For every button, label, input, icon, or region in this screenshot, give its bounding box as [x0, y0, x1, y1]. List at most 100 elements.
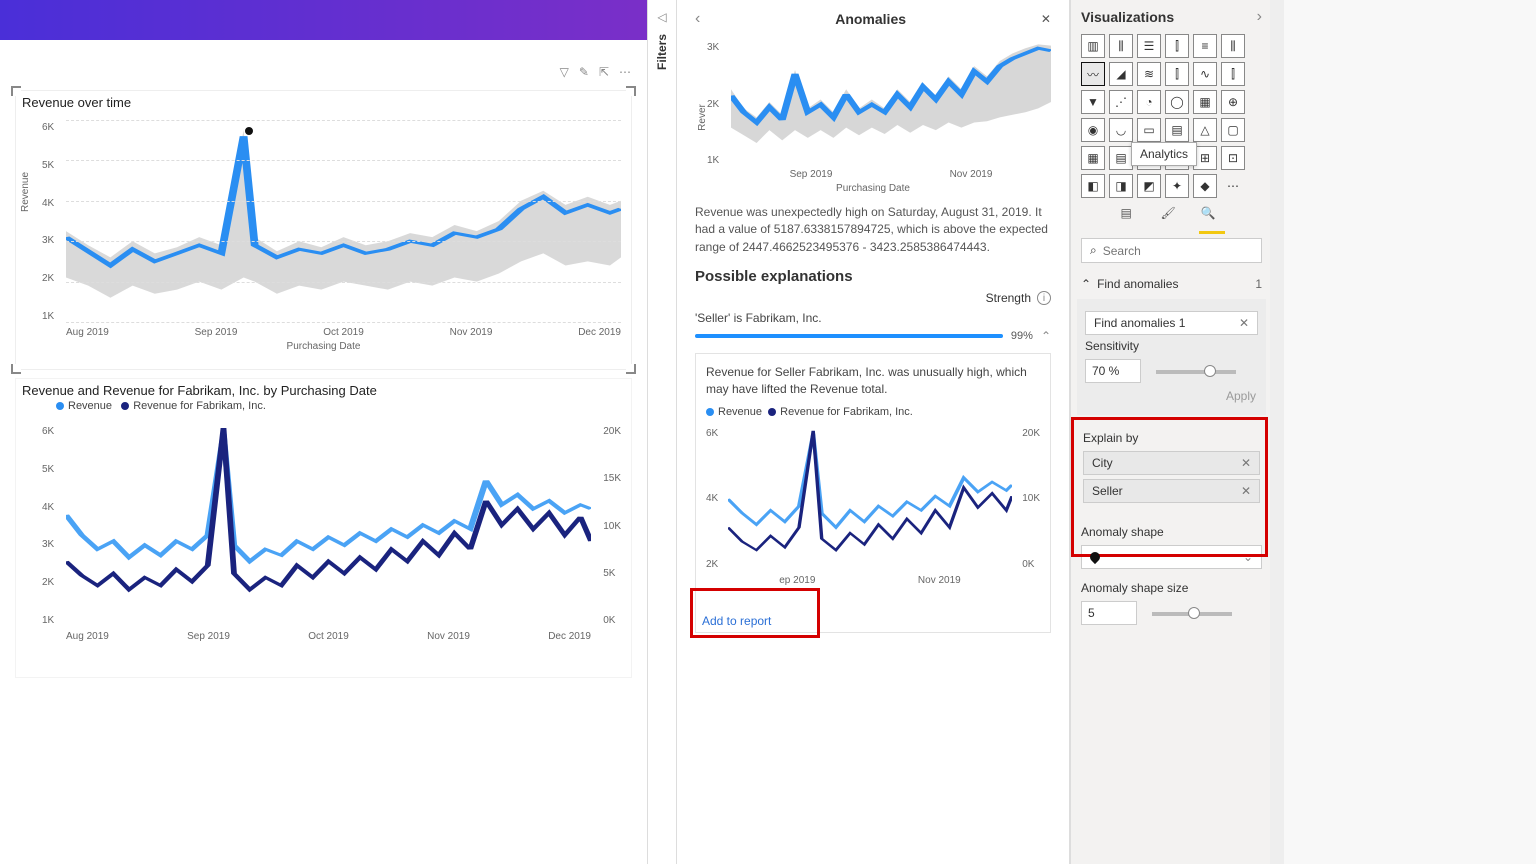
100-stacked-column-icon[interactable]: ⫼: [1221, 34, 1245, 58]
focus-mode-icon[interactable]: ✎: [579, 65, 589, 79]
sensitivity-slider[interactable]: [1156, 370, 1236, 374]
resize-handle[interactable]: [626, 364, 636, 374]
resize-handle[interactable]: [11, 364, 21, 374]
strength-label: Strength: [986, 291, 1031, 305]
y-axis-label: Revenue: [20, 172, 31, 212]
search-icon: ⌕: [1090, 243, 1097, 258]
arcgis-icon[interactable]: ✦: [1165, 174, 1189, 198]
line-column-icon[interactable]: ⫿: [1165, 62, 1189, 86]
pie-icon[interactable]: ◔: [1137, 90, 1161, 114]
qa-icon[interactable]: ◧: [1081, 174, 1105, 198]
filter-icon[interactable]: ▽: [560, 65, 569, 79]
filters-pane-collapsed[interactable]: ◁ Filters: [647, 0, 677, 864]
close-icon[interactable]: [1041, 12, 1051, 26]
y-ticks-left: 6K5K4K3K2K1K: [42, 426, 54, 626]
100-stacked-bar-icon[interactable]: ≡: [1193, 34, 1217, 58]
filled-map-icon[interactable]: ◉: [1081, 118, 1105, 142]
report-canvas[interactable]: ▽ ✎ ⇱ ⋯ Revenue over time Revenue 6K5K4K…: [0, 0, 647, 864]
gauge-icon[interactable]: ◡: [1109, 118, 1133, 142]
find-anomalies-section[interactable]: ⌃ Find anomalies 1: [1081, 273, 1262, 295]
explain-by-label: Explain by: [1083, 431, 1260, 445]
anomaly-shape-dropdown[interactable]: ⌄: [1081, 545, 1262, 569]
slicer-icon[interactable]: ▢: [1221, 118, 1245, 142]
explain-field-seller[interactable]: Seller✕: [1083, 479, 1260, 503]
resize-handle[interactable]: [626, 86, 636, 96]
more-visuals-icon[interactable]: ⋯: [1221, 174, 1245, 198]
resize-handle[interactable]: [11, 86, 21, 96]
add-to-report-link[interactable]: Add to report: [702, 614, 771, 628]
search-input[interactable]: [1103, 244, 1258, 258]
shape-size-input[interactable]: 5: [1081, 601, 1137, 625]
matrix-icon[interactable]: ▤: [1109, 146, 1133, 170]
x-axis-label: Purchasing Date: [16, 341, 631, 352]
visual-revenue-over-time[interactable]: ▽ ✎ ⇱ ⋯ Revenue over time Revenue 6K5K4K…: [15, 90, 632, 370]
scrollbar-gutter[interactable]: [1270, 0, 1284, 864]
ribbon-icon[interactable]: ∿: [1193, 62, 1217, 86]
apply-button[interactable]: Apply: [1085, 383, 1258, 405]
chart-title: Revenue and Revenue for Fabrikam, Inc. b…: [16, 379, 631, 400]
tooltip: Analytics: [1131, 142, 1197, 166]
expand-icon[interactable]: ◁: [657, 10, 666, 24]
plot-area: [66, 424, 591, 626]
shape-size-slider[interactable]: [1152, 612, 1232, 616]
card-icon[interactable]: ▭: [1137, 118, 1161, 142]
export-icon[interactable]: ⇱: [599, 65, 609, 79]
decomposition-icon[interactable]: ⊡: [1221, 146, 1245, 170]
funnel-icon[interactable]: ▼: [1081, 90, 1105, 114]
visualizations-pane: Visualizations ▥ ⫼ ☰ ⫿ ≡ ⫼ 〰 ◢ ≋ ⫿ ∿ ⫿ ▼…: [1070, 0, 1270, 864]
visualizations-title: Visualizations: [1081, 9, 1174, 25]
stacked-bar-icon[interactable]: ▥: [1081, 34, 1105, 58]
remove-icon[interactable]: ✕: [1241, 456, 1251, 470]
remove-icon[interactable]: ✕: [1239, 316, 1249, 330]
donut-icon[interactable]: ◯: [1165, 90, 1189, 114]
line-chart-icon[interactable]: 〰: [1081, 62, 1105, 86]
explain-field-city[interactable]: City✕: [1083, 451, 1260, 475]
kpi-icon[interactable]: △: [1193, 118, 1217, 142]
y-ticks: 6K5K4K3K2K1K: [42, 122, 54, 322]
strength-bar: [695, 334, 1003, 338]
narrative-icon[interactable]: ◨: [1109, 174, 1133, 198]
strength-pct: 99%: [1011, 330, 1033, 342]
multi-card-icon[interactable]: ▤: [1165, 118, 1189, 142]
anomaly-description: Revenue was unexpectedly high on Saturda…: [695, 204, 1051, 256]
search-box[interactable]: ⌕: [1081, 238, 1262, 263]
sensitivity-label: Sensitivity: [1085, 339, 1258, 353]
report-header-bar: [0, 0, 647, 40]
fields-tab-icon[interactable]: ▤: [1121, 206, 1143, 228]
collapse-icon[interactable]: ⌃: [1041, 329, 1051, 343]
anomaly-context-chart: Rever 3K2K1K Sep 2019Nov 2019 Purchasing…: [695, 32, 1051, 192]
explanation-card: Revenue for Seller Fabrikam, Inc. was un…: [695, 353, 1051, 633]
chart-legend: Revenue Revenue for Fabrikam, Inc.: [16, 400, 631, 416]
paginated-icon[interactable]: ◩: [1137, 174, 1161, 198]
y-ticks-right: 20K15K10K5K0K: [603, 426, 621, 626]
visual-type-gallery: ▥ ⫼ ☰ ⫿ ≡ ⫼ 〰 ◢ ≋ ⫿ ∿ ⫿ ▼ ⋰ ◔ ◯ ▦ ⊕ ◉ ◡ …: [1081, 34, 1262, 198]
x-ticks: Aug 2019Sep 2019Oct 2019Nov 2019Dec 2019: [66, 631, 591, 642]
sensitivity-input[interactable]: 70 %: [1085, 359, 1141, 383]
remove-icon[interactable]: ✕: [1241, 484, 1251, 498]
stacked-area-icon[interactable]: ≋: [1137, 62, 1161, 86]
back-icon[interactable]: [695, 10, 700, 28]
clustered-bar-icon[interactable]: ⫼: [1109, 34, 1133, 58]
format-tab-icon[interactable]: 🖌: [1161, 206, 1183, 228]
marker-shape-icon: [1088, 550, 1102, 564]
area-chart-icon[interactable]: ◢: [1109, 62, 1133, 86]
table-icon[interactable]: ▦: [1081, 146, 1105, 170]
collapse-pane-icon[interactable]: [1257, 8, 1262, 26]
find-anomalies-item[interactable]: Find anomalies 1✕: [1085, 311, 1258, 335]
possible-explanations-header: Possible explanations: [695, 268, 1051, 285]
map-icon[interactable]: ⊕: [1221, 90, 1245, 114]
treemap-icon[interactable]: ▦: [1193, 90, 1217, 114]
scatter-icon[interactable]: ⋰: [1109, 90, 1133, 114]
anomaly-shape-size-label: Anomaly shape size: [1081, 581, 1262, 595]
powerapps-icon[interactable]: ◆: [1193, 174, 1217, 198]
anomaly-marker[interactable]: [244, 126, 254, 136]
more-options-icon[interactable]: ⋯: [619, 65, 631, 79]
visual-revenue-fabrikam[interactable]: Revenue and Revenue for Fabrikam, Inc. b…: [15, 378, 632, 678]
stacked-column-icon[interactable]: ☰: [1137, 34, 1161, 58]
waterfall-icon[interactable]: ⫿: [1221, 62, 1245, 86]
analytics-tab-icon[interactable]: 🔍: [1201, 206, 1223, 228]
x-ticks: Aug 2019Sep 2019Oct 2019Nov 2019Dec 2019: [66, 327, 621, 338]
clustered-column-icon[interactable]: ⫿: [1165, 34, 1189, 58]
chevron-down-icon: ⌃: [1081, 277, 1091, 291]
info-icon[interactable]: i: [1037, 291, 1051, 305]
